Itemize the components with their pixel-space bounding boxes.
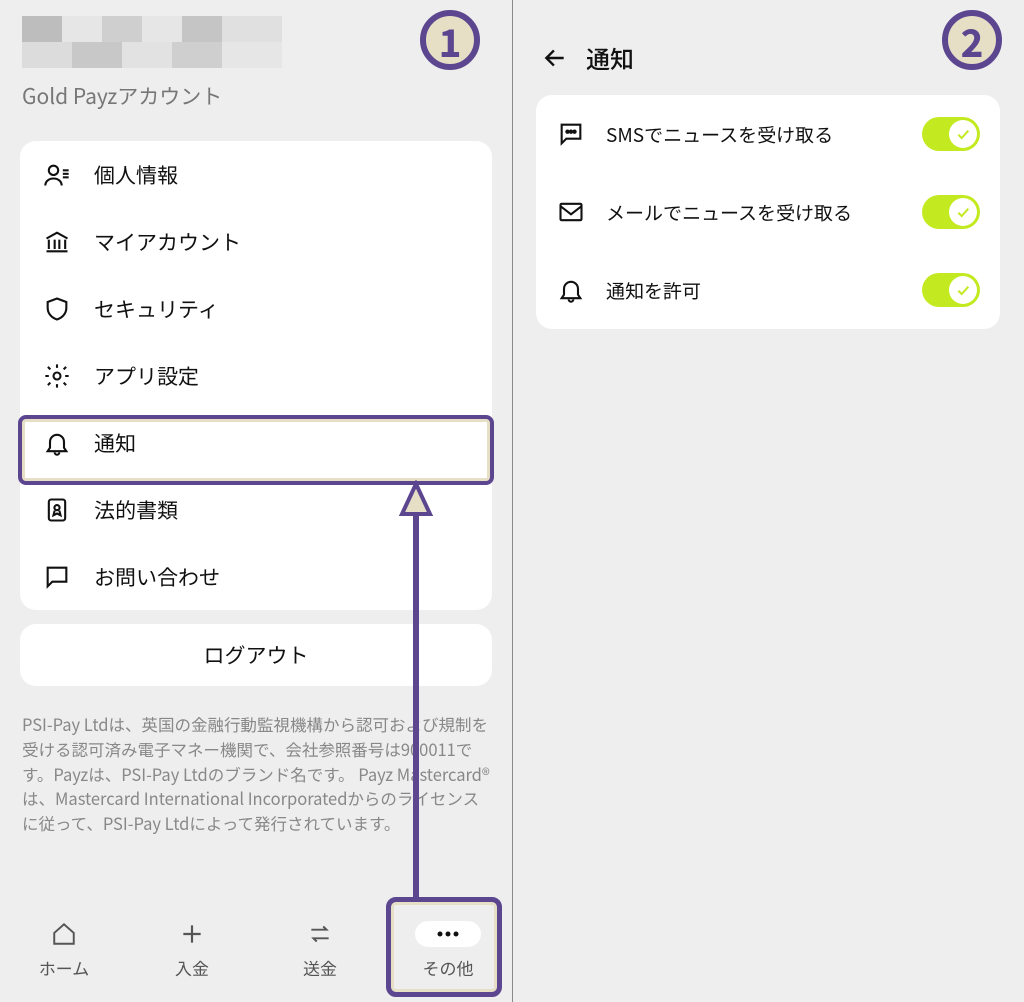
mail-icon: [556, 198, 586, 226]
menu-label: マイアカウント: [94, 227, 241, 257]
redacted-name: [22, 16, 282, 68]
settings-menu: 個人情報 マイアカウント セキュリティ アプリ設定 通知: [20, 141, 492, 610]
sms-icon: [556, 120, 586, 148]
menu-item-security[interactable]: セキュリティ: [20, 275, 492, 342]
arrow-left-icon: [542, 45, 568, 71]
toggle-knob: [949, 120, 977, 148]
setting-allow-notifications: 通知を許可: [536, 251, 1000, 329]
check-icon: [955, 282, 971, 298]
screen-1-settings: Gold Payzアカウント 個人情報 マイアカウント セキュリティ アプリ設定: [0, 0, 512, 1002]
person-icon: [42, 161, 72, 189]
bell-icon: [42, 429, 72, 457]
doc-badge-icon: [42, 496, 72, 524]
bank-icon: [42, 228, 72, 256]
check-icon: [955, 204, 971, 220]
legal-text: PSI-Pay Ltdは、英国の金融行動監視機構から認可および規制を受ける認可済…: [0, 686, 512, 836]
nav-other[interactable]: その他: [384, 898, 512, 1002]
toggle-email[interactable]: [922, 195, 980, 229]
setting-sms-news: SMSでニュースを受け取る: [536, 95, 1000, 173]
toggle-sms[interactable]: [922, 117, 980, 151]
nav-transfer[interactable]: 送金: [256, 898, 384, 1002]
menu-label: 個人情報: [94, 160, 178, 190]
bell-icon: [556, 276, 586, 304]
setting-label: 通知を許可: [606, 277, 902, 304]
page-title: 通知: [586, 40, 634, 75]
menu-label: アプリ設定: [94, 361, 199, 391]
toggle-allow[interactable]: [922, 273, 980, 307]
toggle-knob: [949, 276, 977, 304]
menu-item-app-settings[interactable]: アプリ設定: [20, 342, 492, 409]
setting-email-news: メールでニュースを受け取る: [536, 173, 1000, 251]
transfer-icon: [307, 921, 333, 947]
chat-icon: [42, 563, 72, 591]
menu-item-legal-docs[interactable]: 法的書類: [20, 476, 492, 543]
menu-label: 通知: [94, 428, 136, 458]
menu-label: セキュリティ: [94, 294, 219, 324]
menu-item-contact[interactable]: お問い合わせ: [20, 543, 492, 610]
nav-label: ホーム: [39, 955, 90, 980]
account-tier: Gold Payzアカウント: [22, 81, 490, 111]
screen-2-notifications: 通知 SMSでニュースを受け取る メールでニュースを受け取る: [512, 0, 1024, 1002]
plus-icon: [179, 921, 205, 947]
step-badge-1: 1: [420, 10, 480, 70]
logout-label: ログアウト: [204, 640, 309, 670]
pane-divider: [512, 0, 513, 1002]
more-icon: [415, 921, 481, 947]
home-icon: [51, 921, 77, 947]
notification-settings: SMSでニュースを受け取る メールでニュースを受け取る 通知を許可: [536, 95, 1000, 329]
check-icon: [955, 126, 971, 142]
shield-icon: [42, 295, 72, 323]
gear-icon: [42, 362, 72, 390]
menu-item-notifications[interactable]: 通知: [20, 409, 492, 476]
nav-label: 入金: [175, 955, 209, 980]
menu-item-personal-info[interactable]: 個人情報: [20, 141, 492, 208]
nav-label: その他: [423, 955, 474, 980]
logout-button[interactable]: ログアウト: [20, 624, 492, 686]
bottom-nav: ホーム 入金 送金 その他: [0, 898, 512, 1002]
menu-label: 法的書類: [94, 495, 178, 525]
toggle-knob: [949, 198, 977, 226]
nav-home[interactable]: ホーム: [0, 898, 128, 1002]
setting-label: SMSでニュースを受け取る: [606, 121, 902, 148]
menu-item-my-account[interactable]: マイアカウント: [20, 208, 492, 275]
step-badge-2: 2: [942, 10, 1002, 70]
setting-label: メールでニュースを受け取る: [606, 199, 902, 226]
nav-deposit[interactable]: 入金: [128, 898, 256, 1002]
nav-label: 送金: [303, 955, 337, 980]
menu-label: お問い合わせ: [94, 562, 220, 592]
back-button[interactable]: [542, 45, 568, 71]
